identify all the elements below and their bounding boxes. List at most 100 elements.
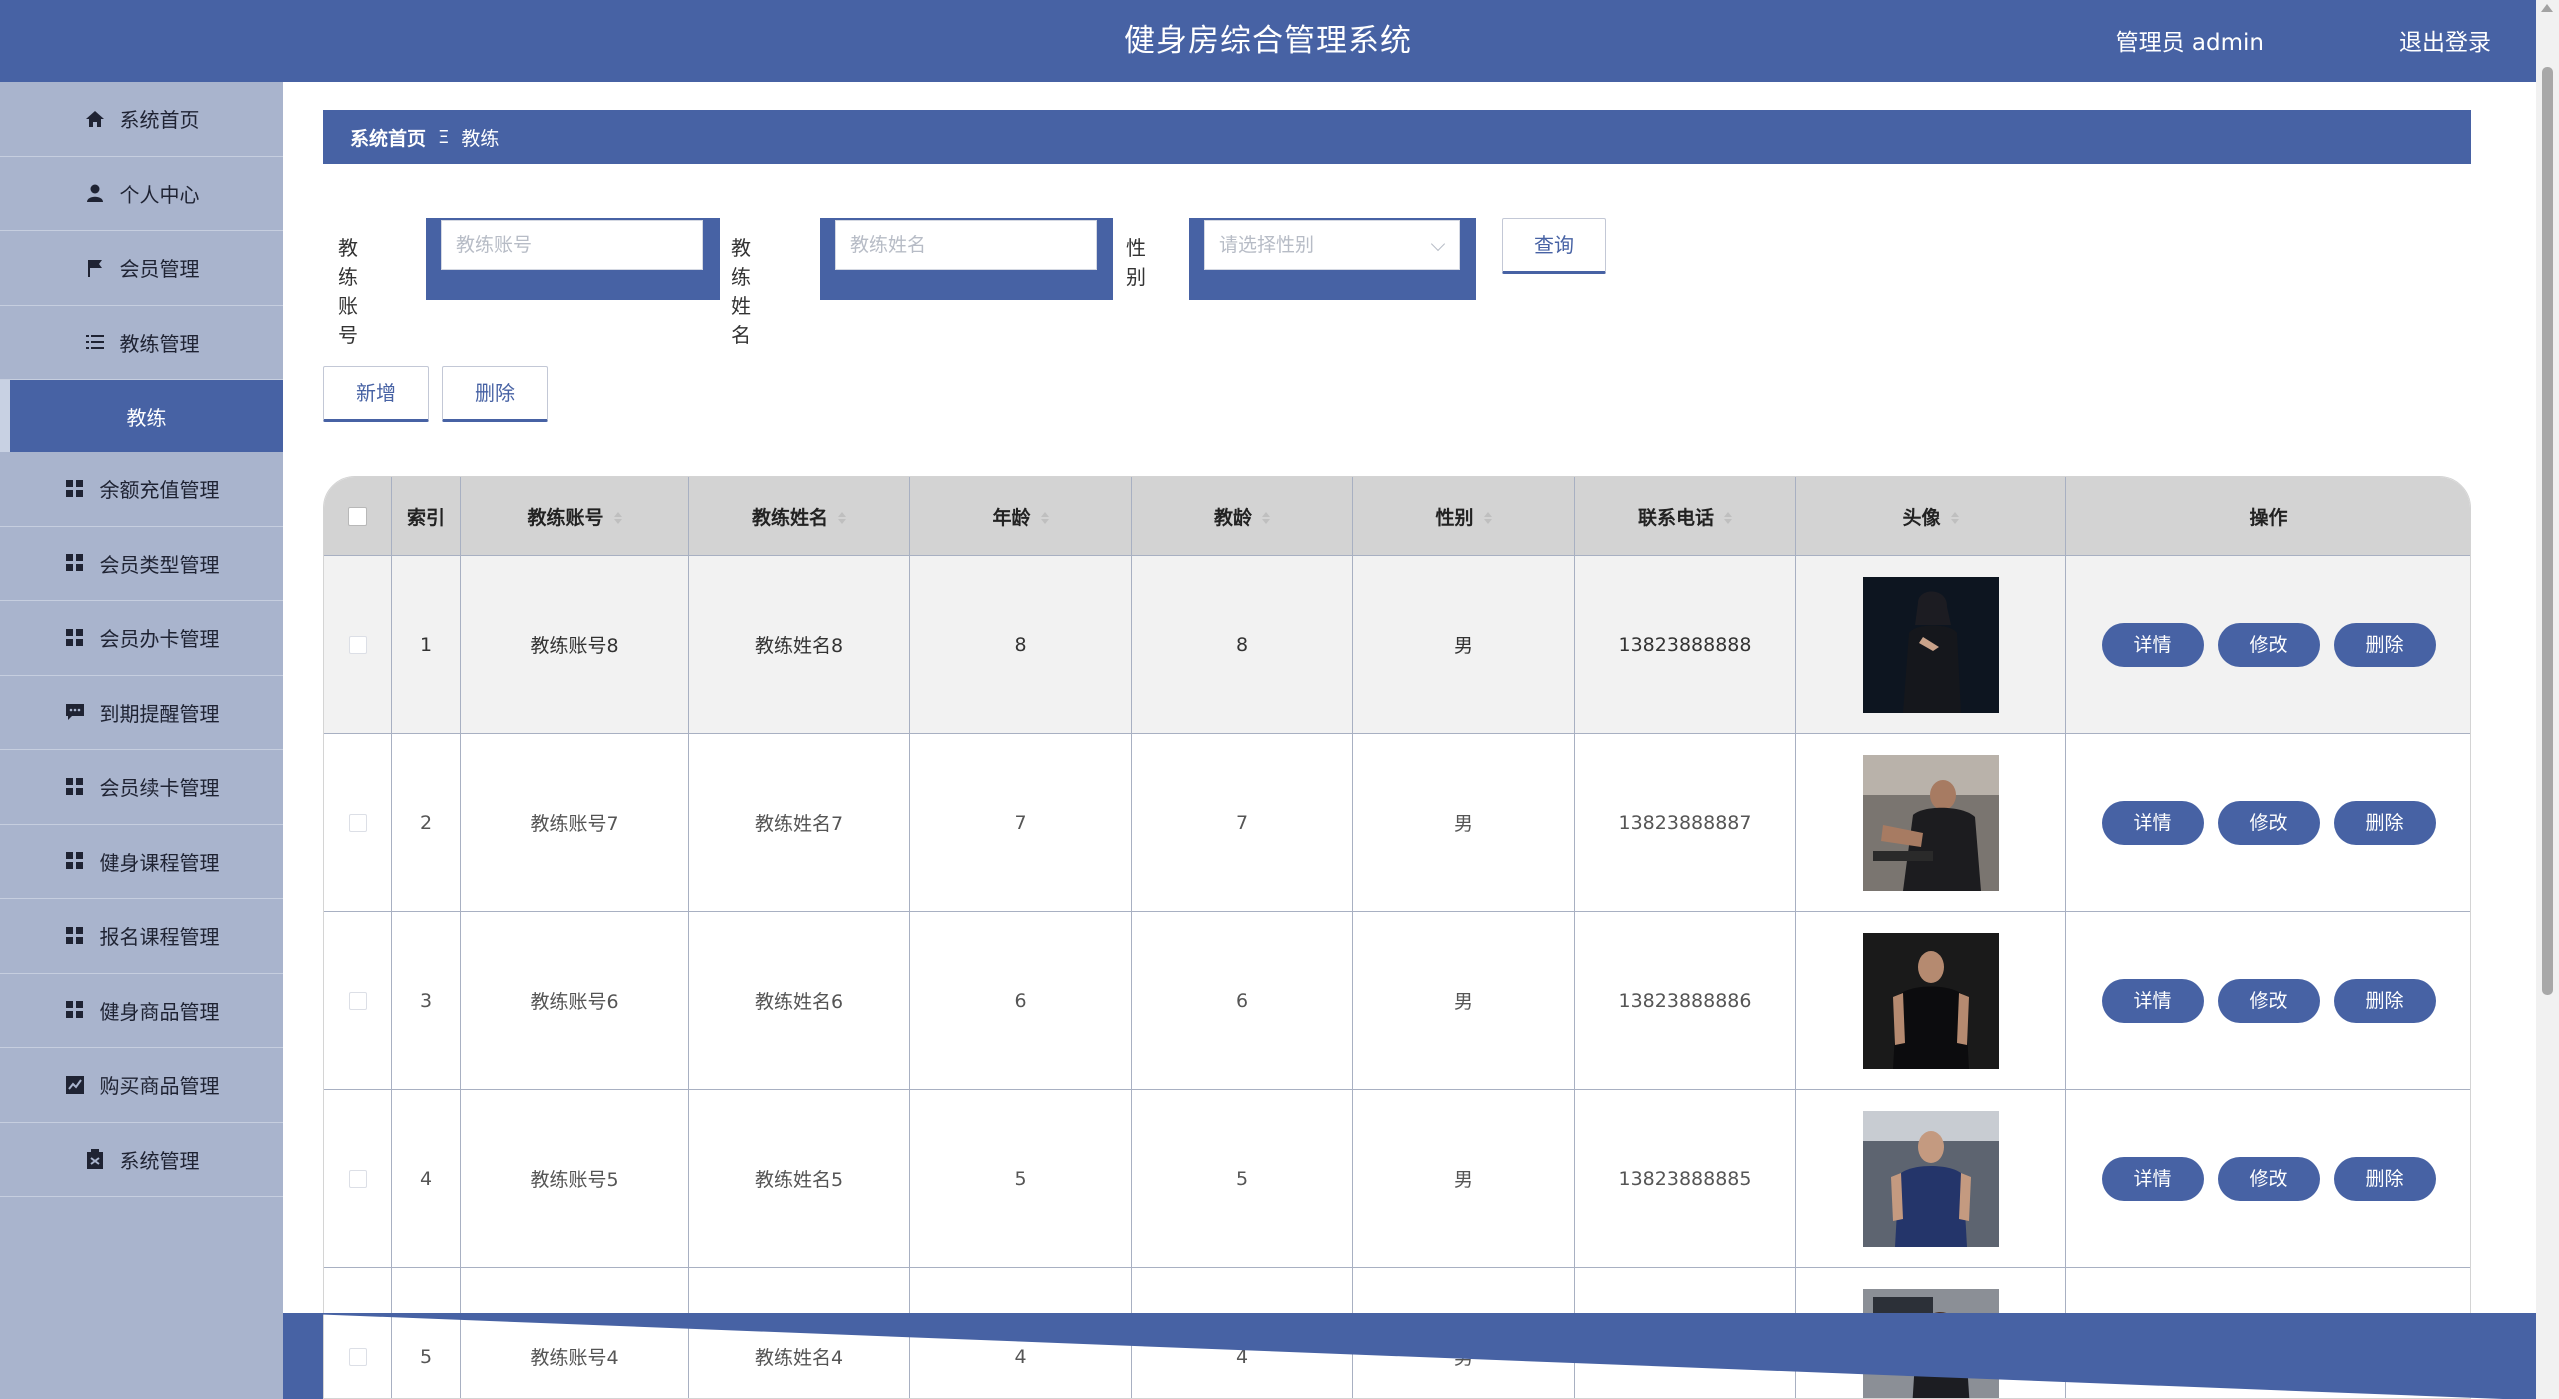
detail-button[interactable]: 详情 (2101, 1156, 2204, 1201)
gender-field-frame: 请选择性别 (1189, 218, 1476, 300)
column-header-name[interactable]: 教练姓名 (688, 477, 910, 556)
cell-actions: 详情修改删除 (2065, 911, 2470, 1090)
current-user-label: 管理员 admin (2115, 30, 2264, 56)
cell-actions: 详情修改删除 (2065, 1089, 2470, 1268)
sidebar-item-label: 健身课程管理 (99, 850, 220, 875)
account-search-input[interactable]: 教练账号 (441, 220, 703, 270)
sidebar-item-label: 会员办卡管理 (99, 627, 220, 652)
row-checkbox[interactable] (348, 992, 367, 1010)
breadcrumb-separator-icon: Ξ (438, 126, 450, 148)
column-header-age[interactable]: 年龄 (909, 477, 1132, 556)
sidebar-item-recharge[interactable]: 余额充值管理 (0, 452, 283, 527)
coach-avatar-image[interactable] (1862, 754, 1999, 891)
column-header-index: 索引 (391, 477, 461, 556)
edit-button[interactable]: 修改 (2217, 978, 2320, 1023)
sidebar-item-label: 报名课程管理 (99, 925, 220, 950)
sidebar-item-course-signup[interactable]: 报名课程管理 (0, 899, 283, 974)
grid-icon (64, 478, 86, 500)
cell-name: 教练姓名6 (688, 911, 910, 1090)
column-header-account[interactable]: 教练账号 (460, 477, 689, 556)
sort-icon[interactable] (838, 512, 846, 524)
sort-icon[interactable] (1040, 512, 1049, 524)
cell-avatar (1795, 733, 2066, 912)
top-header: 健身房综合管理系统 管理员 admin 退出登录 (0, 0, 2536, 82)
batch-delete-button[interactable]: 删除 (442, 366, 548, 422)
logout-link[interactable]: 退出登录 (2399, 0, 2491, 86)
coach-avatar-image[interactable] (1862, 1110, 1999, 1247)
grid-icon (64, 776, 86, 798)
gender-select-placeholder: 请选择性别 (1219, 234, 1315, 256)
delete-button[interactable]: 删除 (2333, 800, 2436, 845)
sort-icon[interactable] (613, 512, 622, 524)
column-header-gender[interactable]: 性别 (1352, 477, 1575, 556)
sidebar-item-profile[interactable]: 个人中心 (0, 157, 283, 231)
sort-icon[interactable] (1262, 512, 1270, 524)
cell-account: 教练账号8 (460, 555, 689, 734)
cell-index: 2 (391, 733, 461, 912)
sidebar-item-members[interactable]: 会员管理 (0, 231, 283, 306)
sidebar-item-label: 到期提醒管理 (99, 701, 220, 726)
cell-index: 5 (391, 1267, 461, 1398)
sidebar-item-coaches[interactable]: 教练管理 (0, 306, 283, 380)
cell-account: 教练账号6 (460, 911, 689, 1090)
delete-button[interactable]: 删除 (2333, 978, 2436, 1023)
sidebar-item-member-types[interactable]: 会员类型管理 (0, 527, 283, 601)
row-checkbox[interactable] (348, 814, 367, 832)
cell-account: 教练账号4 (460, 1267, 689, 1398)
name-label: 教练姓名 (731, 236, 751, 347)
cell-age: 7 (909, 733, 1132, 912)
sidebar-item-label: 购买商品管理 (99, 1074, 220, 1099)
delete-button[interactable]: 删除 (2333, 622, 2436, 667)
cell-index: 1 (391, 555, 461, 734)
grid-icon (64, 627, 86, 649)
sort-icon[interactable] (1950, 512, 1959, 524)
cell-gender: 男 (1352, 1089, 1575, 1268)
sidebar-item-courses[interactable]: 健身课程管理 (0, 825, 283, 899)
gender-label: 性别 (1126, 236, 1146, 289)
coach-avatar-image[interactable] (1862, 932, 1999, 1069)
detail-button[interactable]: 详情 (2101, 622, 2204, 667)
detail-button[interactable]: 详情 (2101, 978, 2204, 1023)
sidebar-item-products[interactable]: 健身商品管理 (0, 974, 283, 1048)
detail-button[interactable]: 详情 (2101, 800, 2204, 845)
sort-icon[interactable] (1724, 512, 1732, 524)
sidebar-item-card-issue[interactable]: 会员办卡管理 (0, 601, 283, 676)
sidebar-subitem-coach[interactable]: 教练 (0, 380, 283, 452)
column-header-teach-age[interactable]: 教龄 (1131, 477, 1353, 556)
add-button[interactable]: 新增 (323, 366, 429, 422)
cell-name: 教练姓名7 (688, 733, 910, 912)
sidebar-item-label: 健身商品管理 (99, 999, 220, 1024)
column-header-avatar[interactable]: 头像 (1795, 477, 2066, 556)
row-checkbox[interactable] (348, 1170, 367, 1188)
column-header-label: 操作 (2249, 506, 2288, 529)
row-checkbox[interactable] (348, 636, 367, 654)
coach-avatar-image[interactable] (1862, 576, 1999, 713)
query-button[interactable]: 查询 (1502, 218, 1606, 274)
sidebar-item-system[interactable]: 系统管理 (0, 1123, 283, 1197)
scroll-up-arrow-icon[interactable] (2541, 4, 2553, 12)
column-header-label: 教龄 (1213, 506, 1252, 529)
column-header-phone[interactable]: 联系电话 (1574, 477, 1796, 556)
row-checkbox[interactable] (348, 1348, 367, 1366)
edit-button[interactable]: 修改 (2217, 800, 2320, 845)
scrollbar-thumb[interactable] (2542, 67, 2553, 995)
name-search-input[interactable]: 教练姓名 (835, 220, 1097, 270)
edit-button[interactable]: 修改 (2217, 622, 2320, 667)
edit-button[interactable]: 修改 (2217, 1156, 2320, 1201)
column-header-label: 头像 (1902, 506, 1941, 529)
sidebar-item-card-renewal[interactable]: 会员续卡管理 (0, 750, 283, 825)
column-header-label: 年龄 (992, 506, 1031, 529)
sidebar-item-expiry-reminder[interactable]: 到期提醒管理 (0, 676, 283, 750)
select-all-checkbox[interactable] (348, 507, 367, 526)
delete-button[interactable]: 删除 (2333, 1156, 2436, 1201)
vertical-scrollbar[interactable] (2536, 0, 2559, 1399)
chat-icon (64, 701, 86, 723)
table-header-row: 索引 教练账号 教练姓名 年龄 教龄 性别 联系电话 头像 操作 (324, 477, 2470, 556)
coach-table: 索引 教练账号 教练姓名 年龄 教龄 性别 联系电话 头像 操作 1 教练账号8… (323, 476, 2471, 1399)
cell-phone: 13823888887 (1574, 733, 1796, 912)
sidebar-item-home[interactable]: 系统首页 (0, 82, 283, 157)
gender-select[interactable]: 请选择性别 (1204, 220, 1460, 270)
sort-icon[interactable] (1483, 512, 1492, 524)
sidebar-item-purchases[interactable]: 购买商品管理 (0, 1048, 283, 1123)
breadcrumb-home[interactable]: 系统首页 (350, 124, 426, 151)
